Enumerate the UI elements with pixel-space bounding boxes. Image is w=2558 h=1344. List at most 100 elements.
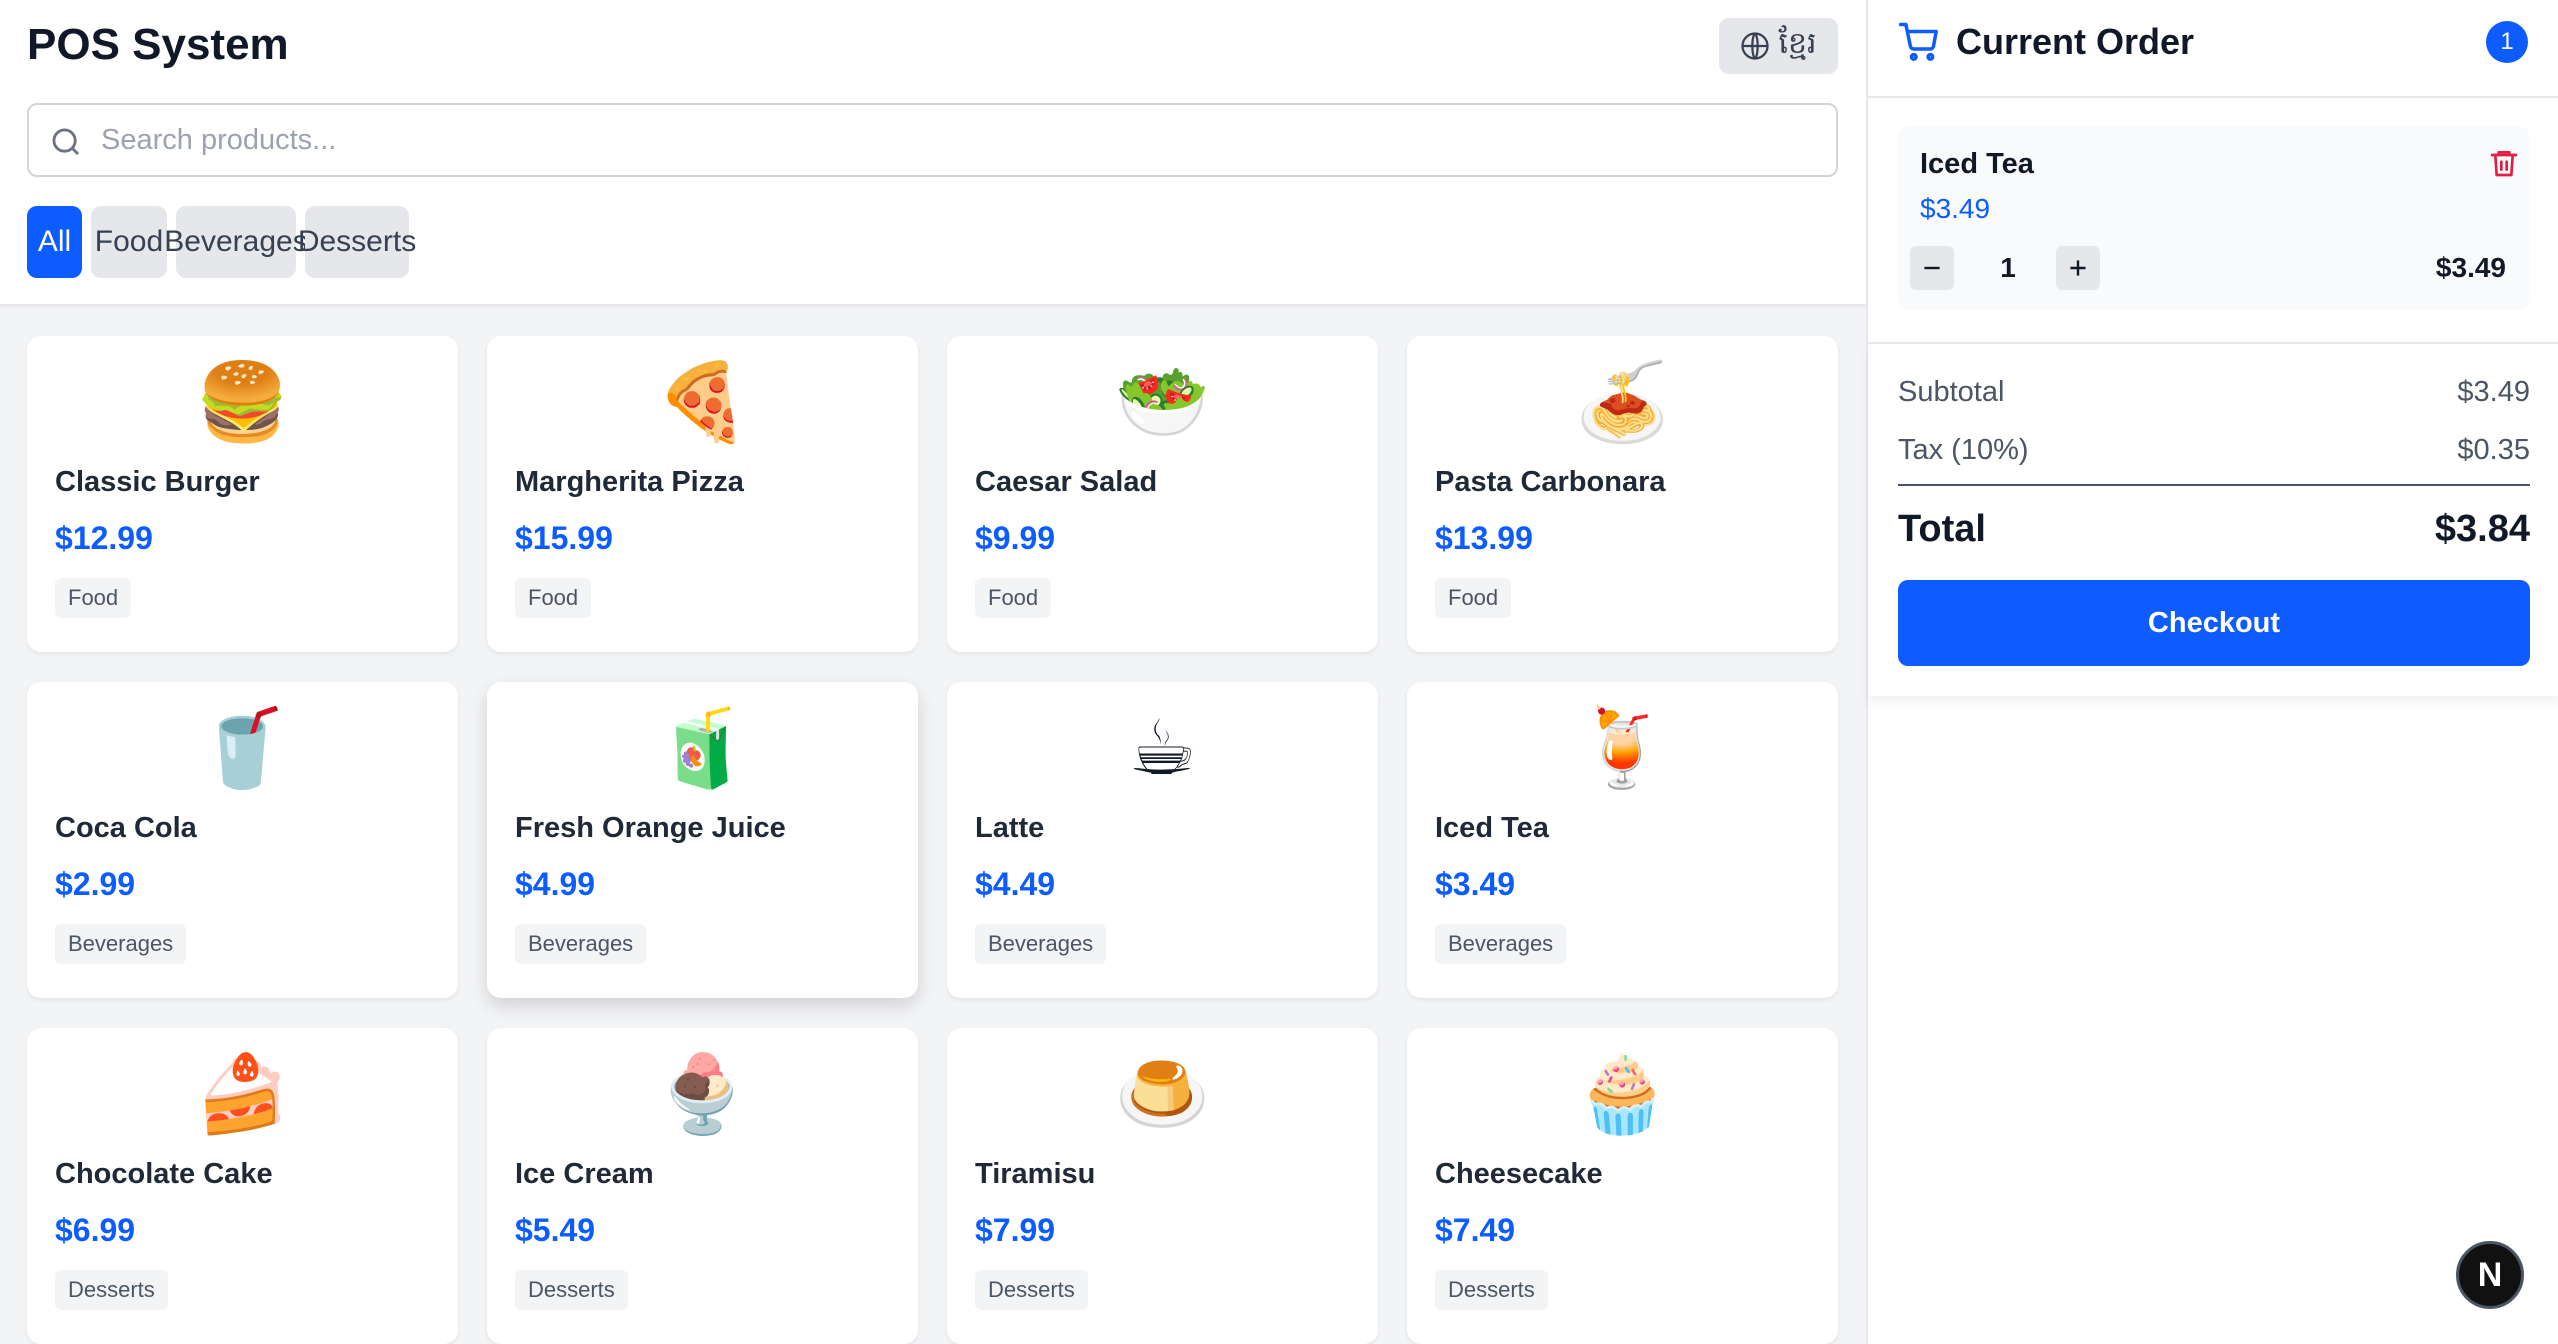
checkout-button[interactable]: Checkout [1898,580,2530,666]
total-value: $3.84 [2434,508,2530,550]
product-card[interactable]: 🍔 Classic Burger $12.99 Food [27,336,458,652]
order-item-line-total: $3.49 [2435,252,2506,283]
soft-drink-icon: 🥤 [195,706,290,791]
product-card[interactable]: 🍨 Ice Cream $5.49 Desserts [487,1028,918,1344]
filter-food[interactable]: Food [91,206,167,278]
product-name: Iced Tea [1435,812,1549,844]
product-category-badge: Desserts [55,1270,168,1310]
cupcake-icon: 🧁 [1575,1052,1670,1137]
order-items-list: Iced Tea $3.49 1 $3.49 [1868,98,2558,344]
product-name: Ice Cream [515,1158,654,1190]
cart-icon [1898,22,1938,61]
trash-icon[interactable] [2488,146,2520,180]
products-toolbar: POS System ខ្មែរ All Food Beverages Dess… [0,0,1866,306]
total-label: Total [1898,508,1986,550]
dev-tools-badge[interactable]: N [2456,1241,2524,1309]
product-name: Coca Cola [55,812,197,844]
product-name: Caesar Salad [975,466,1158,498]
product-price: $13.99 [1435,520,1533,556]
product-name: Tiramisu [975,1158,1096,1190]
cake-icon: 🍰 [195,1052,290,1137]
order-item-unit-price: $3.49 [1920,193,1991,224]
salad-icon: 🥗 [1115,360,1210,445]
product-name: Margherita Pizza [515,466,744,498]
product-price: $4.49 [975,866,1056,902]
tax-label: Tax (10%) [1898,434,2029,466]
product-card[interactable]: 🥤 Coca Cola $2.99 Beverages [27,682,458,998]
order-summary: Subtotal $3.49 Tax (10%) $0.35 Total $3.… [1868,344,2558,696]
tropical-drink-icon: 🍹 [1575,706,1670,791]
search-box [27,103,1838,177]
summary-divider [1898,484,2530,486]
order-item-quantity: 1 [2000,252,2016,283]
order-header: Current Order 1 [1868,0,2558,98]
product-price: $9.99 [975,520,1056,556]
product-card[interactable]: 🍹 Iced Tea $3.49 Beverages [1407,682,1838,998]
order-item-name: Iced Tea [1920,148,2034,180]
subtotal-label: Subtotal [1898,376,2005,408]
total-row: Total $3.84 [1898,504,2530,554]
filter-all-label: All [37,225,72,258]
product-card[interactable]: 🧁 Cheesecake $7.49 Desserts [1407,1028,1838,1344]
spaghetti-icon: 🍝 [1575,360,1670,445]
product-name: Chocolate Cake [55,1158,273,1190]
product-card[interactable]: 🍕 Margherita Pizza $15.99 Food [487,336,918,652]
product-category-badge: Food [975,578,1052,618]
product-card[interactable]: 🥗 Caesar Salad $9.99 Food [947,336,1378,652]
product-price: $5.49 [515,1212,596,1248]
product-category-badge: Desserts [1435,1270,1548,1310]
tax-value: $0.35 [2457,434,2530,466]
product-category-badge: Beverages [1435,924,1567,964]
subtotal-row: Subtotal $3.49 [1898,372,2530,412]
product-card[interactable]: 🍮 Tiramisu $7.99 Desserts [947,1028,1378,1344]
product-category-badge: Beverages [975,924,1107,964]
pos-app: POS System ខ្មែរ All Food Beverages Dess… [0,0,2558,1344]
product-category-badge: Food [1435,578,1512,618]
product-name: Latte [975,812,1045,844]
product-category-badge: Food [55,578,132,618]
order-count-badge: 1 [2486,21,2528,63]
product-category-badge: Desserts [515,1270,628,1310]
product-category-badge: Desserts [975,1270,1088,1310]
product-name: Cheesecake [1435,1158,1603,1190]
order-item: Iced Tea $3.49 1 $3.49 [1898,126,2530,310]
filter-beverages-label: Beverages [164,225,308,258]
order-title: Current Order [1956,21,2195,62]
minus-icon [1924,266,1940,270]
product-card[interactable]: 🍝 Pasta Carbonara $13.99 Food [1407,336,1838,652]
product-category-badge: Food [515,578,592,618]
product-price: $6.99 [55,1212,136,1248]
product-name: Classic Burger [55,466,260,498]
ice-cream-icon: 🍨 [655,1052,750,1137]
subtotal-value: $3.49 [2457,376,2530,408]
custard-icon: 🍮 [1115,1052,1210,1137]
order-panel: Current Order 1 Iced Tea $3.49 1 $3.49 S… [1866,0,2558,1344]
pizza-icon: 🍕 [655,360,750,445]
products-pane: POS System ខ្មែរ All Food Beverages Dess… [0,0,1866,1344]
filter-beverages[interactable]: Beverages [164,206,308,278]
filter-desserts[interactable]: Desserts [298,206,416,278]
product-price: $12.99 [55,520,153,556]
burger-icon: 🍔 [195,360,290,445]
increase-quantity-button[interactable] [2056,246,2100,290]
product-card[interactable]: 🍰 Chocolate Cake $6.99 Desserts [27,1028,458,1344]
juice-box-icon: 🧃 [655,706,750,791]
product-card[interactable]: 🧃 Fresh Orange Juice $4.99 Beverages [487,682,918,998]
language-label: ខ្មែរ [1778,27,1817,60]
product-price: $7.49 [1435,1212,1516,1248]
decrease-quantity-button[interactable] [1910,246,1954,290]
language-switch-button[interactable]: ខ្មែរ [1719,18,1838,74]
product-name: Fresh Orange Juice [515,812,786,844]
product-price: $15.99 [515,520,613,556]
filter-desserts-label: Desserts [297,225,417,258]
product-category-badge: Beverages [55,924,187,964]
product-name: Pasta Carbonara [1435,466,1666,498]
globe-icon [1741,32,1770,60]
tax-row: Tax (10%) $0.35 [1898,430,2530,470]
product-card[interactable]: ☕ Latte $4.49 Beverages [947,682,1378,998]
filter-all[interactable]: All [27,206,82,278]
filter-food-label: Food [94,225,164,258]
app-title: POS System [27,20,289,69]
search-input[interactable] [101,105,1801,175]
product-price: $3.49 [1435,866,1516,902]
